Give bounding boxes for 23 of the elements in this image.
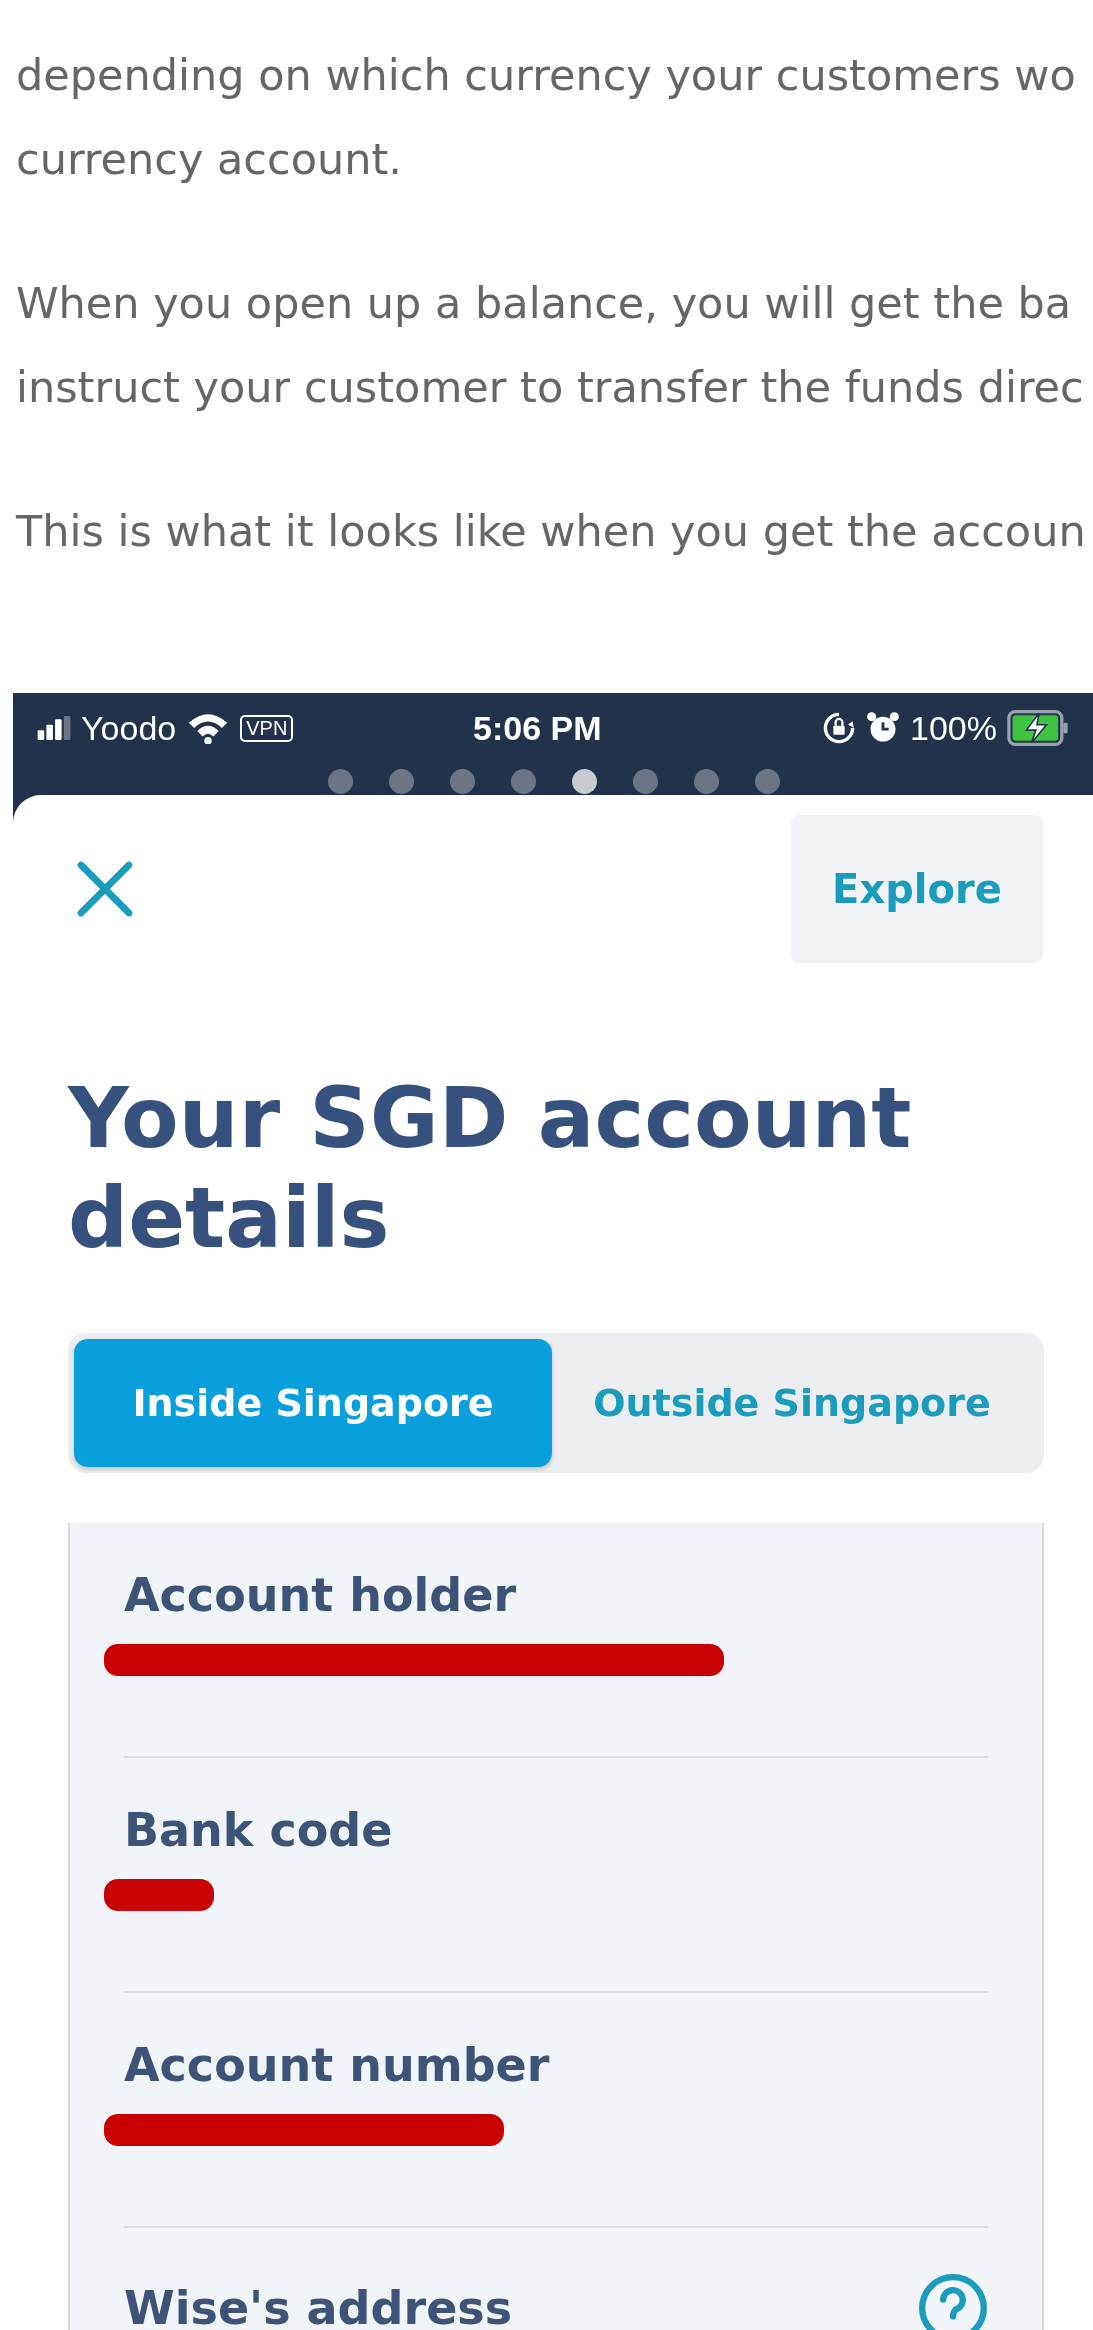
field-label: Account holder xyxy=(124,1568,517,1622)
paragraph-line: instruct your customer to transfer the funds direc xyxy=(16,361,1085,414)
close-icon[interactable] xyxy=(75,859,135,919)
explore-button[interactable]: Explore xyxy=(791,815,1043,963)
paragraph-line: currency account. xyxy=(16,133,403,186)
paragraph-line: depending on which currency your customers wo xyxy=(16,49,1077,102)
help-icon[interactable] xyxy=(918,2273,988,2330)
clock-time: 5:06 PM xyxy=(473,708,602,748)
location-tab[interactable]: Inside Singapore xyxy=(74,1339,552,1467)
field-label: Wise's address xyxy=(124,2281,513,2330)
alarm-clock-icon xyxy=(866,711,901,745)
paragraph-line: This is what it looks like when you get the accoun xyxy=(16,505,1087,558)
page-title: Your SGD account details xyxy=(68,1068,913,1268)
location-tab[interactable]: Outside Singapore xyxy=(552,1339,1032,1467)
vpn-badge: VPN xyxy=(240,714,294,742)
field-label: Account number xyxy=(124,2038,550,2092)
charging-battery-icon xyxy=(1007,710,1069,746)
paragraph-line: When you open up a balance, you will get the ba xyxy=(16,277,1073,330)
rotation-lock-icon xyxy=(822,711,857,745)
carrier-name: Yoodo xyxy=(81,708,177,748)
battery-percent: 100% xyxy=(910,708,997,748)
field-label: Bank code xyxy=(124,1803,393,1857)
signal-icon xyxy=(37,716,71,740)
